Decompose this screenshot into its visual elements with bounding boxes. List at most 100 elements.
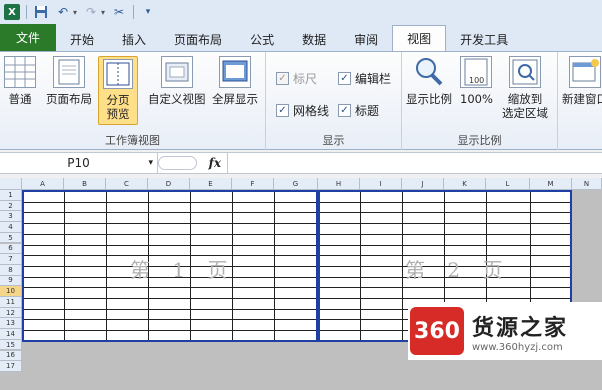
page-layout-view-button[interactable]: 页面布局	[46, 56, 92, 106]
insert-function-icon[interactable]: fx	[209, 156, 221, 170]
group-zoom: 显示比例 100 100% 缩放到 选定区域 显示比例	[402, 52, 558, 150]
row-header-12[interactable]: 12	[0, 307, 22, 319]
column-header-i[interactable]: I	[360, 178, 402, 190]
row-header-3[interactable]: 3	[0, 211, 22, 223]
zoom-100-label: 100%	[460, 92, 493, 106]
column-header-n[interactable]: N	[572, 178, 602, 190]
undo-icon[interactable]: ↶	[55, 4, 71, 20]
gridline-row	[320, 287, 570, 289]
tab-file[interactable]: 文件	[0, 24, 57, 51]
gridlines-checkbox[interactable]: ✓ 网格线	[276, 102, 329, 119]
tab-developer[interactable]: 开发工具	[446, 27, 522, 51]
gridline-row	[320, 212, 570, 214]
row-header-4[interactable]: 4	[0, 222, 22, 233]
row-header-10[interactable]: 10	[0, 286, 22, 297]
column-header-a[interactable]: A	[22, 178, 64, 190]
watermark-url: www.360hyzj.com	[472, 341, 563, 353]
gridline-row	[320, 233, 570, 235]
ribbon-tabs: 文件 开始 插入 页面布局 公式 数据 审阅 视图 开发工具	[0, 24, 602, 51]
ribbon-panel: 普通 页面布局 分页 预览 自定义视图 全屏显示 工作簿视图 ✓ 标尺 ✓ 编辑…	[0, 51, 602, 150]
headings-checkbox[interactable]: ✓ 标题	[338, 102, 379, 119]
gridline-row	[320, 223, 570, 225]
tab-view[interactable]: 视图	[392, 25, 447, 51]
custom-views-label: 自定义视图	[148, 92, 206, 106]
gridline-row	[24, 223, 316, 225]
custom-views-button[interactable]: 自定义视图	[148, 56, 206, 106]
page-break-preview-label: 分页 预览	[106, 93, 130, 121]
print-page-1[interactable]: 第 1 页	[22, 190, 318, 342]
gridlines-label: 网格线	[293, 104, 330, 118]
tab-insert[interactable]: 插入	[108, 27, 160, 51]
formula-input[interactable]	[228, 153, 602, 173]
zoom-button[interactable]: 显示比例	[406, 56, 452, 106]
zoom-100-icon: 100	[460, 56, 493, 88]
column-header-k[interactable]: K	[444, 178, 486, 190]
redo-dropdown-icon[interactable]: ▾	[101, 8, 105, 17]
select-all-corner[interactable]	[0, 178, 22, 190]
normal-view-icon	[4, 56, 36, 88]
group-show: ✓ 标尺 ✓ 编辑栏 ✓ 网格线 ✓ 标题 显示	[266, 52, 402, 150]
formula-bar-checkbox[interactable]: ✓ 编辑栏	[338, 70, 391, 87]
column-header-g[interactable]: G	[274, 178, 318, 190]
name-box-value: P10	[67, 156, 90, 170]
column-header-e[interactable]: E	[190, 178, 232, 190]
tool-icon[interactable]: ✂	[111, 4, 127, 20]
column-header-h[interactable]: H	[318, 178, 360, 190]
page-layout-view-label: 页面布局	[46, 92, 92, 106]
ruler-checkbox[interactable]: ✓ 标尺	[276, 70, 317, 87]
svg-text:100: 100	[469, 76, 484, 85]
page-number-label: 第 2 页	[405, 258, 511, 282]
formula-expand-handle[interactable]	[158, 156, 197, 170]
row-header-13[interactable]: 13	[0, 318, 22, 330]
tab-home[interactable]: 开始	[56, 27, 108, 51]
row-header-17[interactable]: 17	[0, 361, 22, 372]
column-header-c[interactable]: C	[106, 178, 148, 190]
gridlines-check-icon: ✓	[276, 104, 289, 117]
customize-qat-icon[interactable]: ▾	[140, 4, 156, 20]
column-header-m[interactable]: M	[530, 178, 572, 190]
zoom-to-selection-button[interactable]: 缩放到 选定区域	[502, 56, 548, 120]
row-header-6[interactable]: 6	[0, 243, 22, 255]
row-header-16[interactable]: 16	[0, 350, 22, 362]
watermark-title: 货源之家	[472, 315, 569, 341]
zoom-100-button[interactable]: 100 100%	[460, 56, 493, 106]
name-box-dropdown-icon[interactable]: ▾	[148, 158, 153, 168]
page-break-preview-button[interactable]: 分页 预览	[98, 56, 138, 125]
column-header-f[interactable]: F	[232, 178, 274, 190]
gridline-row	[24, 212, 316, 214]
tab-formulas[interactable]: 公式	[236, 27, 288, 51]
row-header-1[interactable]: 1	[0, 190, 22, 201]
row-header-9[interactable]: 9	[0, 275, 22, 287]
tab-page-layout[interactable]: 页面布局	[160, 27, 236, 51]
gridline-row	[320, 201, 570, 203]
save-icon[interactable]	[33, 4, 49, 20]
row-header-15[interactable]: 15	[0, 339, 22, 351]
normal-view-button[interactable]: 普通	[4, 56, 36, 106]
row-header-14[interactable]: 14	[0, 329, 22, 340]
headings-label: 标题	[355, 104, 380, 118]
row-header-7[interactable]: 7	[0, 254, 22, 265]
tab-data[interactable]: 数据	[288, 27, 340, 51]
column-header-b[interactable]: B	[64, 178, 106, 190]
gridline-col	[360, 192, 361, 340]
full-screen-button[interactable]: 全屏显示	[212, 56, 258, 106]
excel-icon: X	[4, 4, 20, 20]
group-label-show: 显示	[322, 134, 345, 147]
row-header-8[interactable]: 8	[0, 264, 22, 276]
column-header-j[interactable]: J	[402, 178, 444, 190]
row-header-11[interactable]: 11	[0, 297, 22, 308]
name-box[interactable]: P10 ▾	[0, 153, 158, 173]
row-header-2[interactable]: 2	[0, 200, 22, 212]
new-window-label: 新建窗口	[562, 92, 602, 106]
undo-dropdown-icon[interactable]: ▾	[73, 8, 77, 17]
redo-icon[interactable]: ↷	[83, 4, 99, 20]
tab-review[interactable]: 审阅	[340, 27, 392, 51]
gridline-row	[320, 298, 570, 299]
column-header-d[interactable]: D	[148, 178, 190, 190]
new-window-button[interactable]: 新建窗口	[562, 56, 602, 106]
column-header-l[interactable]: L	[486, 178, 530, 190]
gridline-row	[24, 308, 316, 310]
group-window: 新建窗口	[558, 52, 602, 150]
row-header-5[interactable]: 5	[0, 232, 22, 244]
group-label-workbook-views: 工作簿视图	[105, 134, 160, 147]
